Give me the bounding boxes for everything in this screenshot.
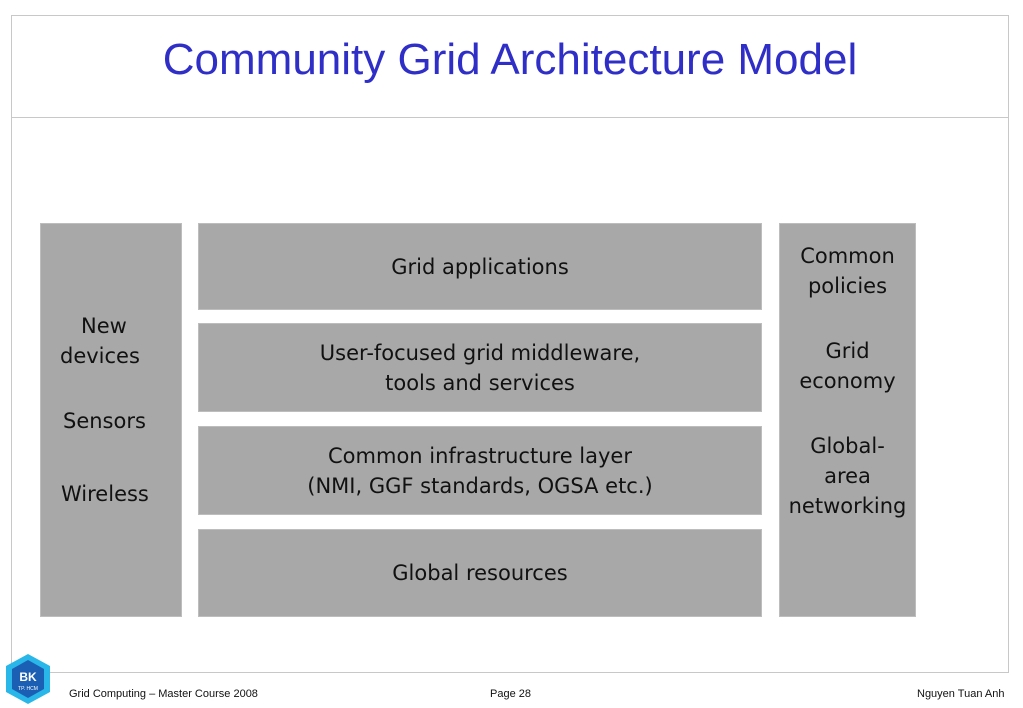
layer-infrastructure: Common infrastructure layer (NMI, GGF st… [198, 426, 762, 515]
layer-middleware: User-focused grid middleware, tools and … [198, 323, 762, 412]
right-item-grid-economy: Grid economy [799, 339, 896, 393]
left-item-wireless: Wireless [61, 482, 149, 506]
layer-grid-applications: Grid applications [198, 223, 762, 310]
logo-text-bk: BK [19, 670, 37, 684]
logo-text-hcm: TP. HCM [18, 686, 38, 692]
layer-global-resources: Global resources [198, 529, 762, 617]
right-item-global-area-networking: Global- area networking [788, 434, 907, 518]
footer-author: Nguyen Tuan Anh [917, 688, 1005, 700]
footer-page-number: Page 28 [490, 688, 531, 700]
left-item-new-devices: New devices [60, 314, 140, 368]
right-item-common-policies: Common policies [800, 244, 895, 298]
title-divider [11, 117, 1009, 118]
bk-logo: BK TP. HCM [6, 654, 50, 704]
slide-title: Community Grid Architecture Model [162, 35, 858, 84]
footer-course: Grid Computing – Master Course 2008 [69, 688, 258, 700]
right-column-box: Common policies Grid economy Global- are… [779, 223, 916, 617]
left-column-box: New devices Sensors Wireless [40, 223, 182, 617]
left-item-sensors: Sensors [63, 409, 146, 433]
